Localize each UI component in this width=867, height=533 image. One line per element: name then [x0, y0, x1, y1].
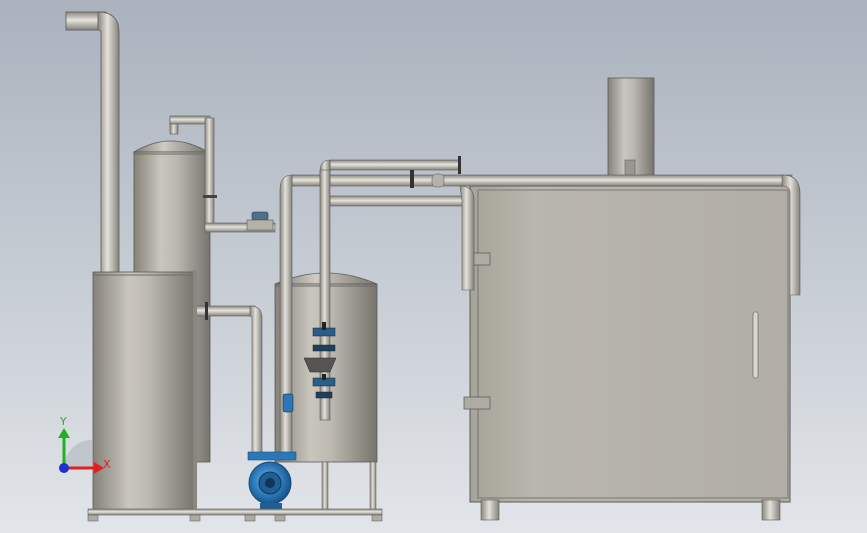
axis-label-y: Y	[59, 415, 67, 428]
axis-label-z: Z	[60, 462, 68, 475]
scrubber-tower-front	[92, 271, 196, 511]
axis-label-x: X	[103, 458, 111, 471]
cad-viewport[interactable]: Y X Z	[0, 0, 867, 533]
